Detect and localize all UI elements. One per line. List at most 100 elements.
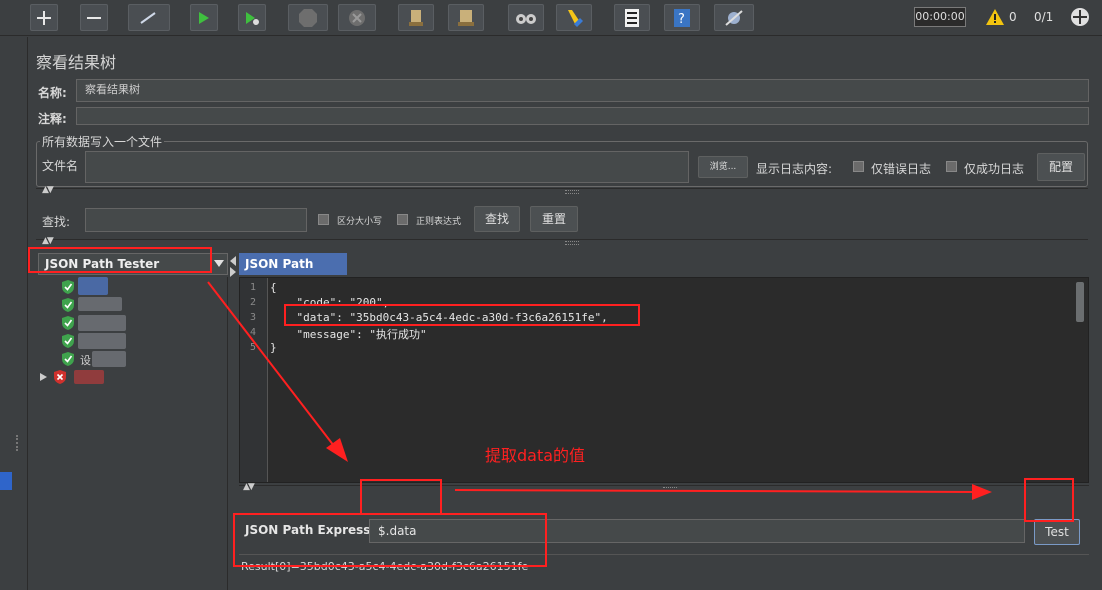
redacted-label [78,315,126,331]
search-input[interactable] [85,208,307,232]
toggle-button[interactable] [128,4,170,31]
tab-scroll-left-icon[interactable] [230,256,236,266]
file-name-field[interactable] [85,151,689,183]
remove-button[interactable] [80,4,108,31]
redacted-label [78,297,122,311]
splitter-dots [663,487,677,491]
search-label: 查找: [42,215,71,229]
line-number: 1 [250,282,257,293]
file-group-title: 所有数据写入一个文件 [40,133,165,150]
tree-item[interactable] [56,333,226,349]
stop-button[interactable] [288,4,328,31]
browse-button[interactable]: 浏览... [698,156,748,178]
add-button[interactable] [30,4,58,31]
success-shield-icon [62,298,74,312]
splitter-arrows-icon[interactable]: ▲▼ [42,185,54,195]
svg-text:?: ? [678,12,685,27]
errors-only-label: 仅错误日志 [871,162,932,176]
clear-button[interactable] [398,4,434,31]
wand-icon [140,11,156,24]
code-line: { [270,281,277,294]
tab-json-path-tester[interactable]: JSON Path Tester [239,253,347,293]
errors-only-checkbox[interactable] [853,161,864,172]
tree-selection-marker [0,472,12,490]
splitter-dots [565,241,579,245]
case-sensitive-checkbox[interactable] [318,214,329,225]
page-title: 察看结果树 [36,53,117,72]
elapsed-time: 00:00:00 [914,7,966,27]
splitter-arrows-icon[interactable]: ▲▼ [42,236,54,246]
start-button[interactable] [190,4,218,31]
tree-item[interactable]: 设 [56,351,226,367]
remote-icon [725,9,743,26]
reset-search-button[interactable] [556,4,592,31]
name-label: 名称: [38,86,67,100]
clear-all-button[interactable] [448,4,484,31]
annotation-box-result [233,513,547,567]
search-submit-button[interactable]: 查找 [474,206,520,232]
redacted-label [78,333,126,349]
line-number-gutter: 1 2 3 4 5 [240,278,268,482]
help-button[interactable]: ? [664,4,700,31]
configure-button[interactable]: 配置 [1037,153,1085,181]
line-number: 4 [250,327,257,338]
warning-icon [986,9,1004,25]
expand-arrow-icon[interactable] [40,373,48,381]
regex-checkbox[interactable] [397,214,408,225]
warning-count: 0 [1009,10,1017,24]
line-number: 2 [250,297,257,308]
tab-scroll-right-icon[interactable] [230,267,236,277]
annotation-box-data-line [284,304,640,326]
redacted-label [78,277,108,295]
remote-button[interactable] [714,4,754,31]
search-button[interactable] [508,4,544,31]
splitter-arrows-icon[interactable]: ▲▼ [243,482,255,492]
list-icon [625,8,639,27]
line-number: 3 [250,312,257,323]
expand-all-icon[interactable] [1070,7,1090,27]
broom-all-icon [458,9,474,26]
success-shield-icon [62,334,74,348]
success-only-label: 仅成功日志 [964,162,1025,176]
splitter-dots [565,190,579,194]
annotation-box-renderer [28,247,212,273]
function-helper-button[interactable] [614,4,650,31]
shutdown-icon [349,9,365,26]
tree-item[interactable] [56,277,226,295]
file-name-label: 文件名 [42,159,79,173]
chevron-down-icon[interactable] [214,260,224,267]
binoculars-icon [516,13,536,24]
broom-yellow-icon [568,9,583,27]
test-button[interactable]: Test [1034,519,1080,545]
test-plan-tree-collapsed [0,37,28,590]
splitter-1[interactable] [36,188,1088,197]
success-only-checkbox[interactable] [946,161,957,172]
thread-count: 0/1 [1034,10,1054,24]
redacted-label [92,351,126,367]
results-tree: 设 [36,277,228,590]
tree-item-label: 设 [80,354,91,367]
tree-item[interactable] [56,315,226,331]
tree-item-error[interactable] [40,369,210,385]
success-shield-icon [62,280,74,294]
regex-label: 正则表达式 [416,217,462,227]
line-number: 5 [250,342,257,353]
plus-icon [37,10,51,25]
case-sensitive-label: 区分大小写 [337,217,383,227]
success-shield-icon [62,316,74,330]
minus-icon [87,16,101,19]
play-icon [199,11,209,24]
tree-item[interactable] [56,297,226,313]
comment-field[interactable] [76,107,1089,125]
vertical-scrollbar[interactable] [1076,282,1084,322]
shutdown-button[interactable] [338,4,376,31]
splitter-grip[interactable] [16,435,22,451]
annotation-box-expression [360,479,442,515]
name-field[interactable]: 察看结果树 [76,79,1089,102]
success-shield-icon [62,352,74,366]
stop-icon [299,8,317,27]
start-no-pause-button[interactable] [238,4,266,31]
error-shield-icon [54,370,66,384]
search-reset-button[interactable]: 重置 [530,206,578,232]
redacted-label [74,370,104,384]
